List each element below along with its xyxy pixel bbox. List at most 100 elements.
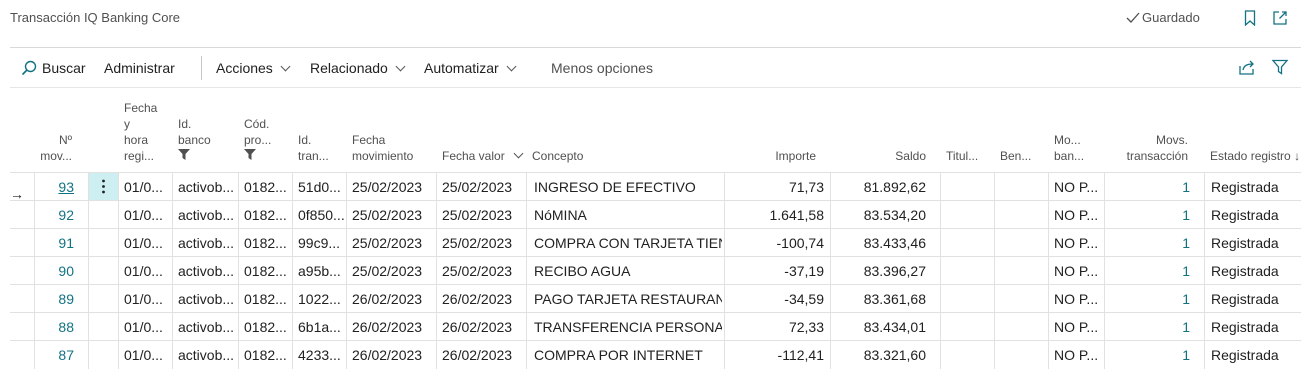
- movs-transaccion-link[interactable]: 1: [1110, 263, 1190, 279]
- chevron-down-icon: [506, 61, 517, 71]
- movs-transaccion-link[interactable]: 1: [1110, 347, 1190, 363]
- checkmark-icon: [1126, 12, 1140, 23]
- cell-estado-registro: Registrada: [1211, 347, 1279, 363]
- search-icon: [21, 60, 37, 76]
- open-in-new-window-icon: [1273, 11, 1287, 25]
- manage-label: Administrar: [104, 60, 175, 76]
- cell-id-tran: 51d0...: [298, 179, 341, 195]
- column-header-movs-transaccion[interactable]: Movs. transacción: [1110, 132, 1188, 164]
- cell-importe: 1.641,58: [769, 207, 825, 223]
- cell-estado-registro: Registrada: [1211, 179, 1279, 195]
- cell-id-banco: activob...: [178, 319, 235, 335]
- cell-id-banco: activob...: [178, 291, 235, 307]
- chevron-down-icon: [513, 148, 524, 159]
- search-label: Buscar: [42, 60, 86, 76]
- automate-label: Automatizar: [424, 60, 499, 76]
- cell-id-tran: a95b...: [298, 263, 341, 279]
- cell-fecha-registro: 01/0...: [124, 235, 163, 251]
- column-header-concepto[interactable]: Concepto: [532, 148, 583, 164]
- filter-icon: [178, 149, 190, 160]
- share-button[interactable]: [1238, 59, 1256, 75]
- search-button[interactable]: Buscar: [21, 60, 86, 76]
- automate-menu[interactable]: Automatizar: [424, 60, 517, 76]
- related-menu[interactable]: Relacionado: [310, 60, 406, 76]
- column-header-importe[interactable]: Importe: [740, 148, 816, 164]
- column-header-fecha-movimiento[interactable]: Fecha movimiento: [352, 132, 413, 164]
- cell-id-banco: activob...: [178, 263, 235, 279]
- entry-number-link[interactable]: 93: [40, 179, 74, 195]
- movs-transaccion-link[interactable]: 1: [1110, 235, 1190, 251]
- column-header-cod-pro[interactable]: Cód. pro...: [244, 116, 271, 160]
- column-header-id-tran[interactable]: Id. tran...: [298, 132, 329, 164]
- cell-concepto: INGRESO DE EFECTIVO: [534, 179, 696, 195]
- filter-pane-button[interactable]: [1272, 59, 1288, 75]
- page-title: Transacción IQ Banking Core: [10, 10, 181, 25]
- cell-id-tran: 4233...: [298, 347, 341, 363]
- cell-concepto: PAGO TARJETA RESTAURANTE: [534, 291, 722, 307]
- cell-id-banco: activob...: [178, 347, 235, 363]
- cell-cod-pro: 0182...: [244, 207, 287, 223]
- divider: [10, 87, 1301, 88]
- cell-importe: -37,19: [784, 263, 824, 279]
- column-header-fecha-registro[interactable]: Fecha y hora regi...: [124, 100, 157, 164]
- cell-fecha-valor: 25/02/2023: [442, 235, 513, 251]
- open-new-window-button[interactable]: [1271, 9, 1289, 27]
- cell-fecha-movimiento: 25/02/2023: [352, 235, 423, 251]
- column-header-no-mov[interactable]: Nº mov...: [40, 132, 72, 164]
- cell-fecha-registro: 01/0...: [124, 207, 163, 223]
- cell-fecha-movimiento: 25/02/2023: [352, 263, 423, 279]
- cell-saldo: 83.321,60: [863, 347, 926, 363]
- column-header-id-banco[interactable]: Id. banco: [178, 116, 211, 160]
- column-header-titular[interactable]: Titul...: [946, 148, 978, 164]
- bookmark-button[interactable]: [1241, 9, 1259, 27]
- cell-mov-banco: NO P...: [1054, 319, 1099, 335]
- cell-estado-registro: Registrada: [1211, 207, 1279, 223]
- movs-transaccion-link[interactable]: 1: [1110, 207, 1190, 223]
- cell-saldo: 83.361,68: [863, 291, 926, 307]
- cell-id-tran: 1022...: [298, 291, 341, 307]
- cell-fecha-registro: 01/0...: [124, 347, 163, 363]
- manage-button[interactable]: Administrar: [104, 60, 175, 76]
- cell-cod-pro: 0182...: [244, 319, 287, 335]
- movs-transaccion-link[interactable]: 1: [1110, 179, 1190, 195]
- column-header-estado-registro[interactable]: Estado registro ↓: [1210, 148, 1300, 164]
- cell-concepto: TRANSFERENCIA PERSONAL: [534, 319, 722, 335]
- cell-mov-banco: NO P...: [1054, 207, 1099, 223]
- fewer-options-button[interactable]: Menos opciones: [551, 60, 653, 76]
- cell-id-banco: activob...: [178, 207, 235, 223]
- actions-label: Acciones: [216, 60, 273, 76]
- cell-fecha-movimiento: 26/02/2023: [352, 347, 423, 363]
- entry-number-link[interactable]: 89: [40, 291, 74, 307]
- share-icon: [1239, 60, 1254, 75]
- column-header-fecha-valor[interactable]: Fecha valor: [442, 148, 524, 164]
- cell-cod-pro: 0182...: [244, 235, 287, 251]
- cell-fecha-registro: 01/0...: [124, 291, 163, 307]
- cell-id-tran: 0f850...: [298, 207, 344, 223]
- cell-importe: -34,59: [784, 291, 824, 307]
- entry-number-link[interactable]: 90: [40, 263, 74, 279]
- column-header-mov-banco[interactable]: Mo... ban...: [1054, 132, 1084, 164]
- entry-number-link[interactable]: 87: [40, 347, 74, 363]
- saved-status: Guardado: [1126, 10, 1200, 25]
- cell-estado-registro: Registrada: [1211, 263, 1279, 279]
- actions-menu[interactable]: Acciones: [216, 60, 291, 76]
- cell-concepto: NóMINA: [534, 207, 587, 223]
- cell-estado-registro: Registrada: [1211, 291, 1279, 307]
- filter-icon: [244, 149, 256, 160]
- cell-fecha-registro: 01/0...: [124, 179, 163, 195]
- movs-transaccion-link[interactable]: 1: [1110, 319, 1190, 335]
- entry-number-link[interactable]: 88: [40, 319, 74, 335]
- movs-transaccion-link[interactable]: 1: [1110, 291, 1190, 307]
- entry-number-link[interactable]: 91: [40, 235, 74, 251]
- column-header-beneficiario[interactable]: Ben...: [1000, 148, 1031, 164]
- action-separator: [201, 56, 202, 80]
- cell-saldo: 83.396,27: [863, 263, 926, 279]
- cell-fecha-valor: 25/02/2023: [442, 179, 513, 195]
- cell-importe: 71,73: [788, 179, 824, 195]
- cell-saldo: 83.433,46: [863, 235, 926, 251]
- cell-mov-banco: NO P...: [1054, 179, 1099, 195]
- entry-number-link[interactable]: 92: [40, 207, 74, 223]
- column-header-saldo[interactable]: Saldo: [846, 148, 926, 164]
- cell-id-banco: activob...: [178, 179, 235, 195]
- sort-descending-icon: ↓: [1294, 149, 1301, 163]
